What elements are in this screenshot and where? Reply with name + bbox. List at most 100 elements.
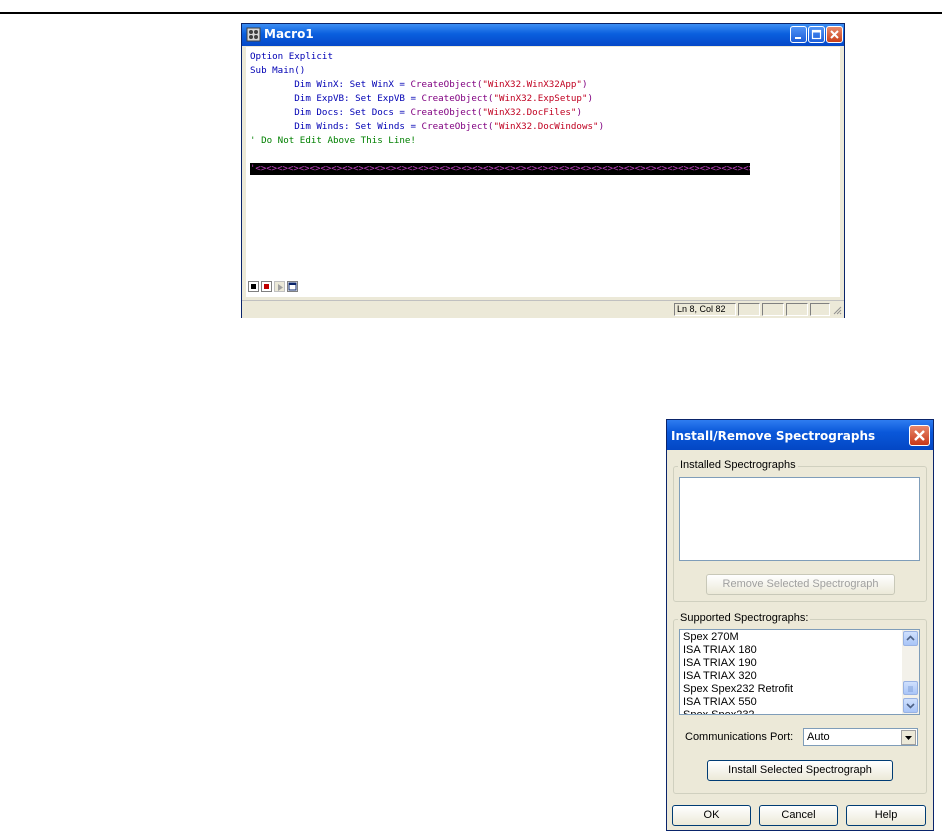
stop-record-button[interactable] — [248, 281, 259, 292]
supported-list-item[interactable]: ISA TRIAX 320 — [683, 670, 757, 683]
code-token: Winds: — [316, 121, 356, 132]
macro-window-title: Macro1 — [264, 27, 314, 41]
installed-list[interactable] — [679, 477, 920, 561]
code-token: Dim — [250, 93, 317, 104]
minimize-icon — [795, 37, 801, 39]
supported-list-scrollbar[interactable] — [902, 630, 919, 714]
minimize-button[interactable] — [790, 26, 807, 43]
supported-group-label: Supported Spectrographs: — [678, 612, 811, 624]
dialog-editor-button[interactable] — [287, 281, 298, 292]
code-token: Sub — [250, 65, 273, 76]
dialog-icon — [288, 282, 297, 291]
close-button[interactable] — [826, 26, 843, 43]
play-button[interactable] — [274, 281, 285, 292]
code-line: ' Do Not Edit Above This Line! — [250, 135, 416, 147]
dropdown-arrow-icon — [905, 736, 912, 740]
combo-dropdown-button[interactable] — [901, 730, 916, 745]
code-token: Set — [355, 121, 378, 132]
code-token: WinX: — [316, 79, 350, 90]
comm-port-label: Communications Port: — [685, 731, 794, 743]
chevron-down-icon — [906, 703, 915, 709]
code-token: Set — [355, 93, 378, 104]
code-editor[interactable]: Option Explicit Sub Main() Dim WinX: Set … — [246, 47, 840, 297]
spectrograph-dialog: Install/Remove Spectrographs Installed S… — [666, 419, 934, 831]
supported-list-item[interactable]: ISA TRIAX 550 — [683, 696, 757, 709]
code-token: "WinX32.ExpSetup" — [493, 93, 588, 104]
status-cell-4 — [810, 303, 830, 316]
supported-list-item[interactable]: Spex Spex232 — [683, 709, 755, 714]
code-token: ExpVB: — [316, 93, 356, 104]
maximize-button[interactable] — [808, 26, 825, 43]
code-token: "WinX32.DocWindows" — [493, 121, 599, 132]
code-token: ' Do Not Edit Above This Line! — [250, 135, 416, 146]
install-selected-button[interactable]: Install Selected Spectrograph — [707, 760, 893, 781]
play-icon — [278, 284, 283, 291]
code-token: CreateObject( — [421, 121, 494, 132]
code-line: Dim Docs: Set Docs = CreateObject("WinX3… — [250, 107, 582, 119]
macro-app-icon — [246, 27, 261, 42]
code-line: Dim Winds: Set Winds = CreateObject("Win… — [250, 121, 604, 133]
chevron-up-icon — [906, 635, 915, 641]
code-token: "WinX32.WinX32App" — [482, 79, 582, 90]
code-token: Winds = — [377, 121, 422, 132]
status-cell-3 — [786, 303, 808, 316]
cancel-button[interactable]: Cancel — [759, 805, 838, 826]
stop-icon — [251, 284, 256, 289]
supported-list-item[interactable]: Spex Spex232 Retrofit — [683, 683, 793, 696]
separator-line: '<><><><><><><><><><><><><><><><><><><><… — [250, 163, 750, 175]
code-token: CreateObject( — [421, 93, 494, 104]
remove-selected-button[interactable]: Remove Selected Spectrograph — [706, 574, 895, 595]
maximize-icon — [811, 29, 822, 40]
supported-list-item[interactable]: ISA TRIAX 180 — [683, 644, 757, 657]
code-line: Dim ExpVB: Set ExpVB = CreateObject("Win… — [250, 93, 593, 105]
status-cell-1 — [738, 303, 760, 316]
code-token: ) — [587, 93, 594, 104]
code-token: ) — [598, 121, 605, 132]
status-cell-2 — [762, 303, 784, 316]
comm-port-select[interactable]: Auto — [803, 728, 918, 746]
cursor-position: Ln 8, Col 82 — [674, 303, 736, 316]
help-button[interactable]: Help — [846, 805, 926, 826]
code-token: "WinX32.DocFiles" — [482, 107, 577, 118]
code-token: ) — [576, 107, 582, 118]
grip-icon — [908, 686, 913, 692]
code-token: Option Explicit — [250, 51, 333, 62]
code-line: Dim WinX: Set WinX = CreateObject("WinX3… — [250, 79, 588, 91]
code-line: Sub Main() — [250, 65, 305, 77]
ok-button[interactable]: OK — [672, 805, 751, 826]
code-token: Docs = — [371, 107, 411, 118]
macro-editor-window: Macro1 Option Explicit Sub Main() Dim Win… — [241, 23, 845, 318]
supported-list[interactable]: Spex 270M ISA TRIAX 180 ISA TRIAX 190 ISA T… — [679, 629, 920, 715]
installed-group-label: Installed Spectrographs — [678, 459, 798, 471]
code-token: CreateObject( — [410, 107, 483, 118]
code-token: ExpVB = — [377, 93, 422, 104]
supported-list-item[interactable]: Spex 270M — [683, 631, 739, 644]
code-token: Dim — [250, 121, 317, 132]
scroll-up-button[interactable] — [903, 631, 918, 646]
code-token: Main() — [272, 65, 306, 76]
code-token: CreateObject( — [410, 79, 483, 90]
code-token: Dim — [250, 79, 317, 90]
code-token: Dim — [250, 107, 317, 118]
code-token: Set — [349, 79, 372, 90]
code-token: WinX = — [371, 79, 411, 90]
macro-status-bar: Ln 8, Col 82 — [242, 300, 844, 318]
close-icon — [914, 430, 925, 441]
dialog-title-bar[interactable]: Install/Remove Spectrographs — [667, 420, 933, 450]
code-token: Set — [349, 107, 372, 118]
scroll-thumb[interactable] — [903, 681, 918, 695]
code-token: Docs: — [316, 107, 350, 118]
comm-port-value: Auto — [807, 731, 830, 743]
resize-grip-icon[interactable] — [832, 305, 842, 315]
macro-toolbar — [246, 280, 306, 296]
close-icon — [830, 30, 839, 39]
record-button[interactable] — [261, 281, 272, 292]
supported-list-item[interactable]: ISA TRIAX 190 — [683, 657, 757, 670]
code-token: ) — [581, 79, 588, 90]
scroll-down-button[interactable] — [903, 698, 918, 713]
page-top-rule — [0, 12, 942, 14]
dialog-title: Install/Remove Spectrographs — [671, 429, 876, 443]
record-icon — [264, 284, 269, 289]
macro-title-bar[interactable]: Macro1 — [242, 24, 844, 46]
dialog-close-button[interactable] — [909, 425, 930, 446]
